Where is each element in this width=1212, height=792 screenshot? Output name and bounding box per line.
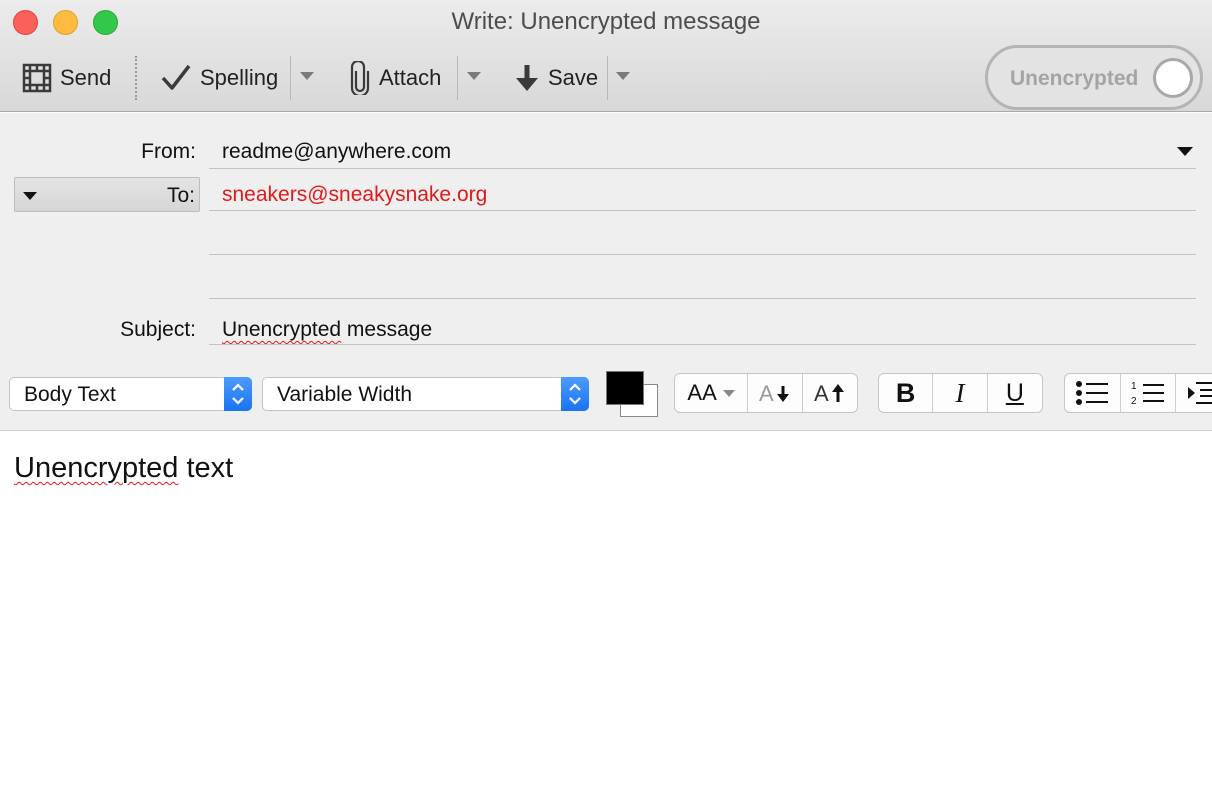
font-size-button[interactable]: AA <box>675 374 749 412</box>
field-divider <box>209 210 1196 211</box>
from-field[interactable]: readme@anywhere.com <box>222 140 451 164</box>
outdent-button[interactable] <box>1176 374 1212 412</box>
up-down-chevron-icon <box>224 377 252 411</box>
font-size-glyph: AA <box>687 380 717 405</box>
toolbar-separator <box>607 56 608 100</box>
from-chevron-down-icon[interactable] <box>1177 147 1193 156</box>
paragraph-style-value: Body Text <box>24 383 116 406</box>
font-value: Variable Width <box>277 383 413 406</box>
toolbar-separator <box>135 56 137 100</box>
svg-text:2: 2 <box>1131 396 1137 406</box>
send-label: Send <box>60 65 112 90</box>
font-size-controls: AA A A <box>674 373 858 413</box>
chevron-down-icon <box>722 389 735 397</box>
checkmark-icon <box>161 64 191 90</box>
increase-font-icon: A <box>814 381 844 405</box>
list-controls: 1 2 <box>1064 373 1212 413</box>
decrease-font-icon: A <box>759 381 789 405</box>
attach-menu-chevron-down-icon[interactable] <box>467 72 481 80</box>
spelling-label: Spelling <box>200 65 279 90</box>
subject-label: Subject: <box>120 318 196 341</box>
toolbar-separator <box>290 56 291 100</box>
numbered-list-button[interactable]: 1 2 <box>1121 374 1177 412</box>
up-down-chevron-icon <box>561 377 589 411</box>
to-label: To: <box>166 184 195 207</box>
subject-field[interactable]: Unencrypted message <box>222 318 432 342</box>
bold-button[interactable]: B <box>879 374 934 412</box>
field-divider <box>209 168 1196 169</box>
body-text-rest: text <box>178 452 234 484</box>
toggle-knob <box>1153 58 1193 98</box>
numbered-list-icon: 1 2 <box>1131 381 1164 406</box>
italic-button[interactable]: I <box>933 374 988 412</box>
chevron-down-icon <box>23 192 37 200</box>
send-button[interactable]: Send <box>22 58 111 98</box>
decrease-font-size-button[interactable]: A <box>748 374 803 412</box>
message-body-text: Unencrypted text <box>14 452 233 485</box>
encryption-status-label: Unencrypted <box>1010 67 1139 90</box>
spelling-button[interactable]: Spelling <box>160 58 278 98</box>
bullet-list-icon <box>1076 381 1109 405</box>
download-arrow-icon <box>516 65 538 91</box>
encryption-toggle[interactable]: Unencrypted <box>985 45 1203 110</box>
attach-label: Attach <box>379 65 442 90</box>
message-body-editor[interactable]: Unencrypted text <box>0 432 1212 792</box>
window-titlebar: Write: Unencrypted message Send Spelling… <box>0 0 1212 112</box>
field-divider <box>209 344 1196 345</box>
bullet-list-button[interactable] <box>1065 374 1121 412</box>
save-label: Save <box>548 65 599 90</box>
save-menu-chevron-down-icon[interactable] <box>616 72 630 80</box>
font-select[interactable]: Variable Width <box>262 377 589 411</box>
empty-recipient-field[interactable] <box>209 254 1196 255</box>
svg-text:1: 1 <box>1131 381 1137 392</box>
spelling-menu-chevron-down-icon[interactable] <box>300 72 314 80</box>
paragraph-style-select[interactable]: Body Text <box>9 377 252 411</box>
empty-recipient-field[interactable] <box>209 298 1196 299</box>
underline-button[interactable]: U <box>988 374 1042 412</box>
to-field[interactable]: sneakers@sneakysnake.org <box>222 183 487 207</box>
save-button[interactable]: Save <box>514 58 598 98</box>
svg-text:A: A <box>814 381 829 405</box>
misspelled-word: Unencrypted <box>14 452 179 484</box>
increase-font-size-button[interactable]: A <box>803 374 857 412</box>
outdent-icon <box>1188 382 1212 404</box>
attach-button[interactable]: Attach <box>349 58 441 98</box>
window-title: Write: Unencrypted message <box>451 8 761 35</box>
send-icon <box>22 63 52 93</box>
misspelled-word: Unencrypted <box>222 318 342 341</box>
subject-text: message <box>341 318 433 341</box>
from-label: From: <box>141 140 196 163</box>
paperclip-icon <box>350 61 370 95</box>
toolbar-separator <box>457 56 458 100</box>
svg-text:A: A <box>759 381 774 405</box>
recipient-type-popup[interactable]: To: <box>14 177 200 212</box>
text-style-controls: B I U <box>878 373 1043 413</box>
text-color-well[interactable] <box>606 371 644 405</box>
